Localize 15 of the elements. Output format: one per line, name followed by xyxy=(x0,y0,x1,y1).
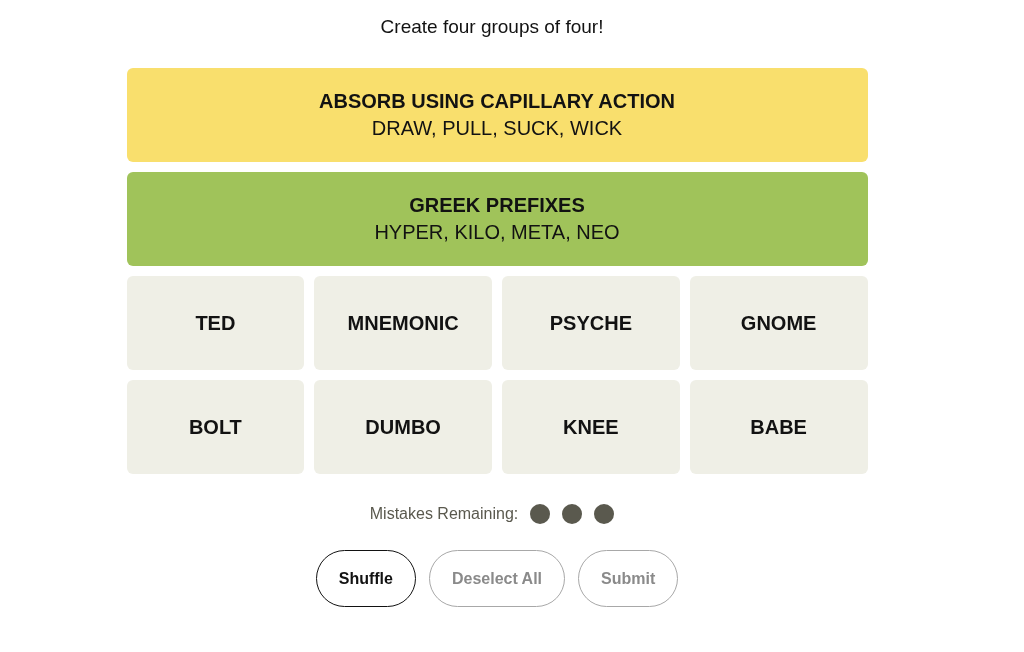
word-tile[interactable]: KNEE xyxy=(502,380,680,474)
group-members: DRAW, PULL, SUCK, WICK xyxy=(371,116,623,141)
word-tile[interactable]: BABE xyxy=(689,380,868,474)
word-tile[interactable]: MNEMONIC xyxy=(314,276,492,370)
mistakes-label: Mistakes Remaining: xyxy=(369,504,519,524)
word-tile[interactable]: BOLT xyxy=(126,380,305,474)
instructions-text: Create four groups of four! xyxy=(380,15,604,39)
action-button[interactable]: Shuffle xyxy=(315,550,416,607)
group-title: ABSORB USING CAPILLARY ACTION xyxy=(319,89,675,114)
word-tile[interactable]: TED xyxy=(126,276,305,370)
group-title: GREEK PREFIXES xyxy=(409,193,585,218)
word-tile[interactable]: DUMBO xyxy=(314,380,492,474)
word-tile[interactable]: GNOME xyxy=(689,276,868,370)
group-members: HYPER, KILO, META, NEO xyxy=(374,220,620,245)
word-tile[interactable]: PSYCHE xyxy=(502,276,680,370)
